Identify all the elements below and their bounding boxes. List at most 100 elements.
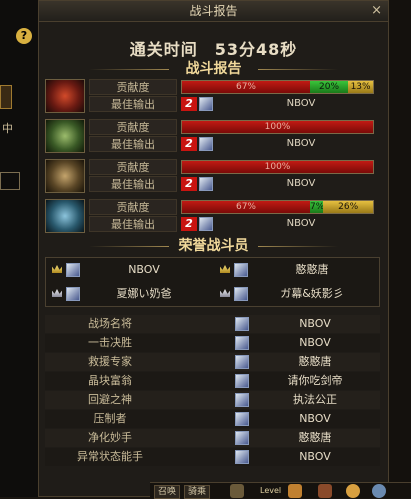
avatar-icon <box>235 355 249 369</box>
honor-entry[interactable]: 憨憨唐 <box>216 260 378 282</box>
contribution-segment: 26% <box>323 201 373 213</box>
award-winner: NBOV <box>299 412 331 425</box>
contribution-bar: 100% <box>181 120 374 134</box>
avatar-icon <box>235 393 249 407</box>
award-row: 晶块富翁 请你吃剑帝 <box>45 372 380 390</box>
contribution-segment: 13% <box>348 81 373 93</box>
boss-portrait-icon <box>45 119 85 153</box>
best-output-label: 最佳输出 <box>89 216 177 232</box>
contribution-label: 贡献度 <box>89 199 177 215</box>
avatar-icon <box>235 450 249 464</box>
coin-icon[interactable] <box>346 484 360 498</box>
avatar-icon <box>235 374 249 388</box>
contribution-bar: 100% <box>181 160 374 174</box>
side-input-box[interactable] <box>0 172 20 190</box>
contribution-row: 贡献度 最佳输出 67% 7% 26% 2 NBOV <box>45 199 380 235</box>
award-row: 净化妙手 憨憨唐 <box>45 429 380 447</box>
rank-badge-icon: 2 <box>181 97 197 111</box>
honor-heading: 荣誉战斗员 <box>39 237 388 255</box>
contribution-label: 贡献度 <box>89 79 177 95</box>
best-output: 2 NBOV <box>181 177 374 192</box>
crown-icon <box>220 289 230 297</box>
clear-time: 通关时间 53分48秒 <box>129 40 298 59</box>
rank-badge-icon: 2 <box>181 217 197 231</box>
boss-portrait-icon <box>45 199 85 233</box>
avatar-icon <box>199 177 213 191</box>
award-row: 救援专家 憨憨唐 <box>45 353 380 371</box>
avatar-icon <box>66 263 80 277</box>
contribution-segment: 7% <box>309 201 324 213</box>
close-icon[interactable]: × <box>371 1 382 21</box>
best-output: 2 NBOV <box>181 217 374 232</box>
best-player-name: NBOV <box>286 178 316 189</box>
menu-icon[interactable] <box>318 484 332 498</box>
award-row: 压制者 NBOV <box>45 410 380 428</box>
avatar-icon <box>199 137 213 151</box>
boss-portrait-icon <box>45 159 85 193</box>
avatar-icon <box>234 287 248 301</box>
contribution-row: 贡献度 最佳输出 100% 2 NBOV <box>45 119 380 155</box>
honor-entry[interactable]: 夏娜い奶爸 <box>48 284 210 306</box>
window-title: 战斗报告 <box>189 4 238 18</box>
best-output-label: 最佳输出 <box>89 136 177 152</box>
award-winner: NBOV <box>299 317 331 330</box>
contribution-list: 贡献度 最佳输出 67% 20% 13% 2 NBOV 贡献度 最佳输出 100% … <box>45 79 380 239</box>
side-label: 中 <box>2 122 13 135</box>
award-winner: NBOV <box>299 336 331 349</box>
best-output: 2 NBOV <box>181 97 374 112</box>
level-label: Level <box>260 486 282 495</box>
award-title: 异常状态能手 <box>77 450 143 463</box>
avatar-icon <box>235 431 249 445</box>
award-title: 压制者 <box>93 412 127 425</box>
bottom-toolbar: 召唤 骑乘 Level <box>150 482 411 499</box>
avatar-icon <box>199 97 213 111</box>
honor-name: 夏娜い奶爸 <box>116 287 172 300</box>
side-slot[interactable] <box>0 85 12 109</box>
window-titlebar[interactable]: 战斗报告 × <box>39 1 388 22</box>
contribution-label: 贡献度 <box>89 119 177 135</box>
honor-name: ガ幕&妖影彡 <box>280 287 344 300</box>
skill-icon[interactable] <box>230 484 244 498</box>
award-list: 战场名将 NBOV 一击决胜 NBOV 救援专家 憨憨唐 晶块富翁 请你吃剑帝 回避之神… <box>45 315 380 467</box>
contribution-segment: 100% <box>182 121 373 133</box>
award-title: 晶块富翁 <box>88 374 132 387</box>
avatar-icon <box>235 317 249 331</box>
honor-entry[interactable]: NBOV <box>48 260 210 282</box>
crown-icon <box>52 265 62 273</box>
contribution-segment: 67% <box>182 81 310 93</box>
award-row: 异常状态能手 NBOV <box>45 448 380 466</box>
honor-name: NBOV <box>128 263 160 276</box>
award-title: 救援专家 <box>88 355 132 368</box>
avatar-icon <box>234 263 248 277</box>
rank-badge-icon: 2 <box>181 137 197 151</box>
award-winner: 憨憨唐 <box>298 355 332 368</box>
contribution-bar: 67% 20% 13% <box>181 80 374 94</box>
contribution-row: 贡献度 最佳输出 67% 20% 13% 2 NBOV <box>45 79 380 115</box>
honor-name: 憨憨唐 <box>295 263 329 276</box>
award-winner: 执法公正 <box>293 393 337 406</box>
honor-panel: NBOV 憨憨唐 夏娜い奶爸 ガ幕&妖影彡 <box>45 257 380 307</box>
contribution-bar: 67% 7% 26% <box>181 200 374 214</box>
award-title: 净化妙手 <box>88 431 132 444</box>
award-winner: 憨憨唐 <box>298 431 332 444</box>
help-icon[interactable]: ? <box>16 28 32 44</box>
report-heading: 战斗报告 <box>39 60 388 78</box>
crown-icon <box>220 265 230 273</box>
avatar-icon <box>235 412 249 426</box>
award-title: 一击决胜 <box>88 336 132 349</box>
avatar-icon <box>235 336 249 350</box>
globe-icon[interactable] <box>372 484 386 498</box>
avatar-icon <box>199 217 213 231</box>
award-title: 回避之神 <box>88 393 132 406</box>
honor-entry[interactable]: ガ幕&妖影彡 <box>216 284 378 306</box>
contribution-segment: 67% <box>182 201 310 213</box>
contribution-segment: 100% <box>182 161 373 173</box>
battle-report-window: 战斗报告 × 通关时间 53分48秒 战斗报告 贡献度 最佳输出 67% 20% 1… <box>38 0 389 497</box>
best-output-label: 最佳输出 <box>89 96 177 112</box>
avatar-icon <box>66 287 80 301</box>
boss-portrait-icon <box>45 79 85 113</box>
best-output: 2 NBOV <box>181 137 374 152</box>
best-player-name: NBOV <box>286 218 316 229</box>
face-icon[interactable] <box>288 484 302 498</box>
best-player-name: NBOV <box>286 98 316 109</box>
